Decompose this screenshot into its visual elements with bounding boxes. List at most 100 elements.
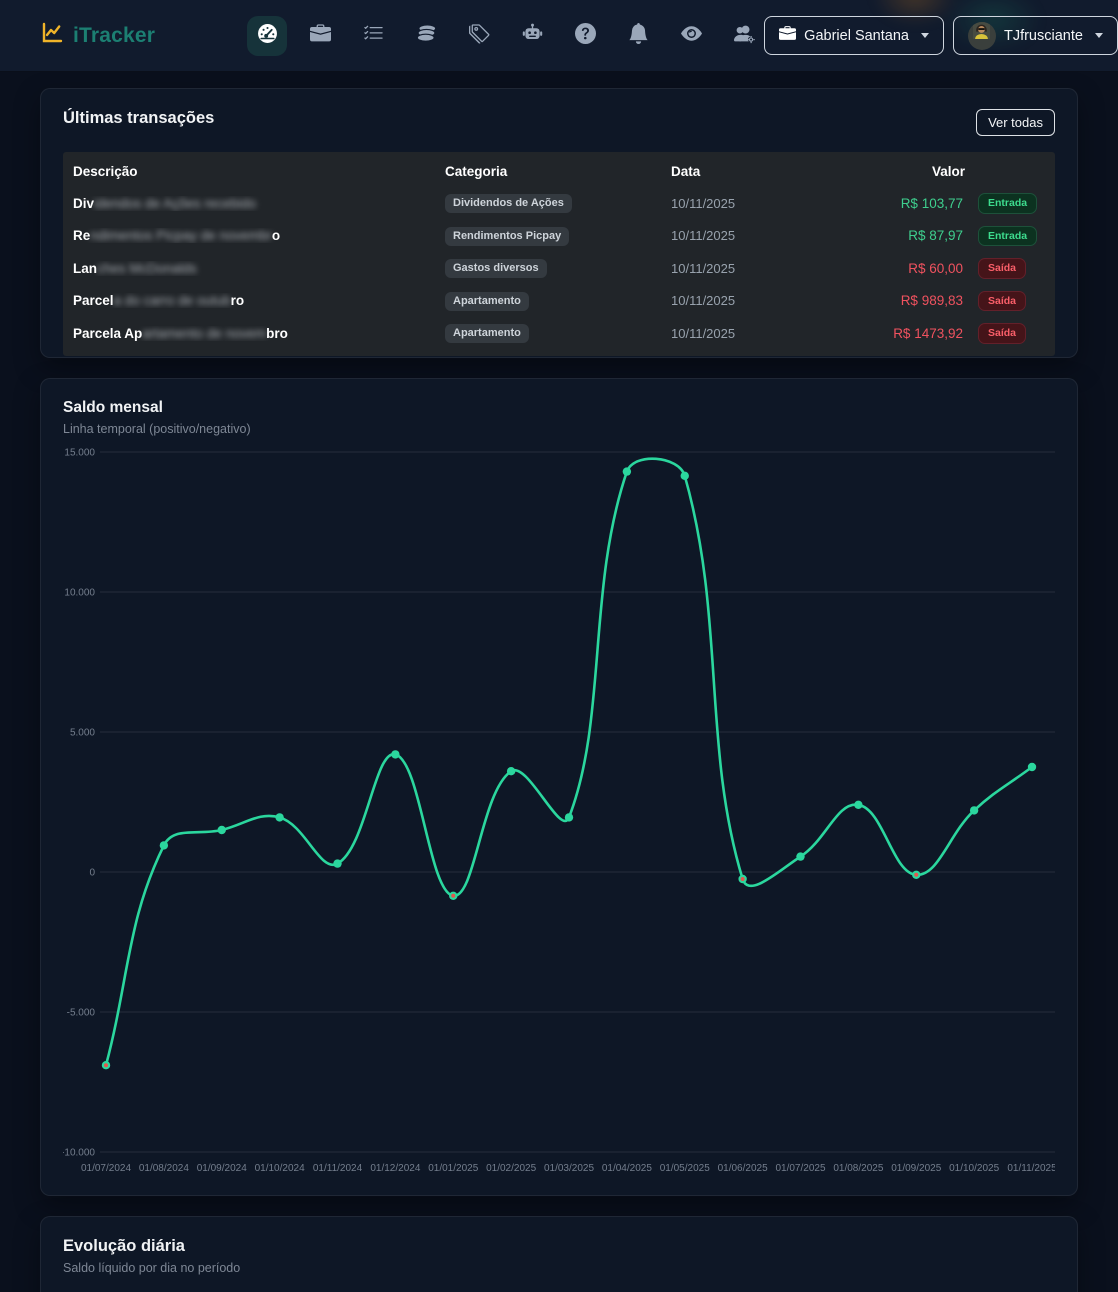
- y-axis-label: 5.000: [70, 728, 95, 739]
- eye-icon: [681, 23, 702, 49]
- coins-icon: [416, 23, 437, 49]
- nav-icon-checklist[interactable]: [353, 16, 393, 56]
- transaction-date: 10/11/2025: [671, 293, 853, 308]
- x-axis-label: 01/11/2025: [1007, 1163, 1055, 1174]
- x-axis-label: 01/12/2024: [370, 1163, 420, 1174]
- transaction-value: R$ 1473,92: [853, 326, 965, 341]
- nav-icon-dashboard[interactable]: [247, 16, 287, 56]
- category-badge: Apartamento: [445, 324, 529, 343]
- transaction-value: R$ 60,00: [853, 261, 965, 276]
- daily-card-title: Evolução diária: [63, 1237, 1055, 1256]
- transaction-value: R$ 989,83: [853, 293, 965, 308]
- chart-point[interactable]: [796, 852, 804, 860]
- y-axis-label: 0: [89, 868, 95, 879]
- brand-chart-icon: [40, 21, 64, 50]
- user-dropdown[interactable]: TJfrusciante: [953, 16, 1118, 55]
- nav-icon-help[interactable]: [565, 16, 605, 56]
- nav-icon-users-settings[interactable]: [724, 16, 764, 56]
- chart-point[interactable]: [623, 467, 631, 475]
- chart-point[interactable]: [1028, 763, 1036, 771]
- x-axis-label: 01/04/2025: [602, 1163, 652, 1174]
- avatar: [968, 22, 996, 50]
- briefcase-icon: [779, 25, 796, 46]
- y-axis-label: 10.000: [64, 588, 95, 599]
- x-axis-label: 01/10/2025: [949, 1163, 999, 1174]
- view-all-button[interactable]: Ver todas: [976, 109, 1055, 136]
- top-navbar: iTracker: [0, 0, 1118, 72]
- chart-point[interactable]: [565, 813, 573, 821]
- briefcase-icon: [310, 23, 331, 49]
- brand-name: iTracker: [73, 24, 155, 48]
- company-name: Gabriel Santana: [804, 28, 909, 44]
- transaction-description: Lanches McDonalds: [73, 261, 445, 276]
- column-header-valor: Valor: [853, 164, 965, 179]
- chevron-down-icon: [1095, 33, 1103, 38]
- x-axis-label: 01/01/2025: [428, 1163, 478, 1174]
- negative-point-center: [741, 877, 745, 881]
- x-axis-label: 01/02/2025: [486, 1163, 536, 1174]
- checklist-icon: [363, 23, 384, 49]
- saldo-mensal-chart[interactable]: 15.00010.0005.0000-5.000-10.00001/07/202…: [63, 444, 1055, 1182]
- x-axis-label: 01/06/2025: [718, 1163, 768, 1174]
- table-row[interactable]: Lanches McDonaldsGastos diversos10/11/20…: [63, 252, 1055, 285]
- flow-badge: Entrada: [978, 193, 1037, 214]
- nav-icon-watch[interactable]: [671, 16, 711, 56]
- transaction-date: 10/11/2025: [671, 196, 853, 211]
- y-axis-label: -5.000: [67, 1008, 96, 1019]
- chart-point[interactable]: [218, 826, 226, 834]
- chart-point[interactable]: [391, 750, 399, 758]
- negative-point-center: [914, 873, 918, 877]
- daily-card-subtitle: Saldo líquido por dia no período: [63, 1261, 1055, 1275]
- nav-icon-tags[interactable]: [459, 16, 499, 56]
- chart-point[interactable]: [333, 859, 341, 867]
- transactions-table: Descrição Categoria Data Valor Dividendo…: [63, 152, 1055, 356]
- nav-icon-robot[interactable]: [512, 16, 552, 56]
- bell-icon: [628, 23, 649, 49]
- nav-icon-coins[interactable]: [406, 16, 446, 56]
- nav-icon-briefcase[interactable]: [300, 16, 340, 56]
- nav-icon-notifications[interactable]: [618, 16, 658, 56]
- balance-line-series: [106, 459, 1032, 1066]
- chart-subtitle: Linha temporal (positivo/negativo): [63, 422, 1055, 436]
- flow-badge: Entrada: [978, 226, 1037, 247]
- users-gear-icon: [734, 23, 755, 49]
- transaction-value: R$ 103,77: [853, 196, 965, 211]
- table-row[interactable]: Parcela Apartamento de novembroApartamen…: [63, 317, 1055, 350]
- chart-title: Saldo mensal: [63, 399, 1055, 417]
- transaction-date: 10/11/2025: [671, 261, 853, 276]
- navbar-right: Gabriel Santana TJfrusciante: [764, 14, 1118, 57]
- flow-badge: Saída: [978, 323, 1026, 344]
- chart-point[interactable]: [970, 806, 978, 814]
- transaction-category-cell: Dividendos de Ações: [445, 193, 671, 213]
- transaction-category-cell: Apartamento: [445, 323, 671, 343]
- chart-point[interactable]: [854, 801, 862, 809]
- x-axis-label: 01/07/2025: [775, 1163, 825, 1174]
- table-row[interactable]: Dividendos de Ações recebidoDividendos d…: [63, 187, 1055, 220]
- negative-point-center: [451, 894, 455, 898]
- chart-point[interactable]: [507, 767, 515, 775]
- table-row[interactable]: Rendimentos Picpay de novembroRendimento…: [63, 220, 1055, 253]
- column-header-data: Data: [671, 164, 853, 179]
- table-row[interactable]: Parcela do carro de outubroApartamento10…: [63, 285, 1055, 318]
- transaction-category-cell: Gastos diversos: [445, 258, 671, 278]
- x-axis-label: 01/08/2025: [833, 1163, 883, 1174]
- transaction-category-cell: Rendimentos Picpay: [445, 226, 671, 246]
- chevron-down-icon: [921, 33, 929, 38]
- transaction-category-cell: Apartamento: [445, 291, 671, 311]
- transaction-description: Parcela Apartamento de novembro: [73, 326, 445, 341]
- chart-point[interactable]: [160, 841, 168, 849]
- brand[interactable]: iTracker: [40, 21, 155, 50]
- company-dropdown[interactable]: Gabriel Santana: [764, 16, 944, 55]
- transaction-description: Rendimentos Picpay de novembro: [73, 228, 445, 243]
- negative-point-center: [104, 1063, 108, 1067]
- x-axis-label: 01/08/2024: [139, 1163, 189, 1174]
- chart-point[interactable]: [681, 472, 689, 480]
- flow-badge: Saída: [978, 291, 1026, 312]
- x-axis-label: 01/09/2024: [197, 1163, 247, 1174]
- chart-point[interactable]: [275, 813, 283, 821]
- nav-icon-menu: [247, 16, 764, 56]
- transactions-table-body: Dividendos de Ações recebidoDividendos d…: [63, 187, 1055, 350]
- x-axis-label: 01/10/2024: [255, 1163, 305, 1174]
- transaction-description: Dividendos de Ações recebido: [73, 196, 445, 211]
- transactions-card-title: Últimas transações: [63, 109, 214, 128]
